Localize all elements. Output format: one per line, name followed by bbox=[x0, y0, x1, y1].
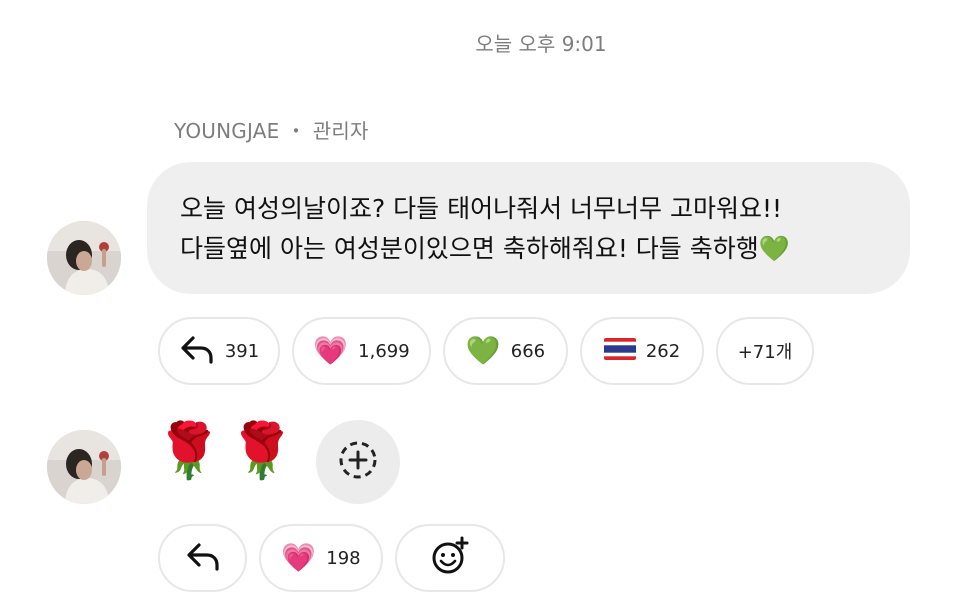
pink-heart-reaction-chip[interactable]: 💗 1,699 bbox=[292, 317, 431, 385]
green-heart-emoji: 💚 bbox=[465, 334, 501, 367]
pink-heart-reaction-chip[interactable]: 💗 198 bbox=[259, 524, 383, 592]
more-reactions-chip[interactable]: +71개 bbox=[716, 317, 814, 385]
message-bubble[interactable]: 오늘 여성의날이죠? 다들 태어나줘서 너무너무 고마워요!! 다들옆에 아는 … bbox=[147, 162, 910, 294]
thailand-flag-reaction-chip[interactable]: 262 bbox=[580, 317, 704, 385]
sender-role: 관리자 bbox=[312, 119, 369, 143]
add-reaction-button[interactable] bbox=[316, 420, 400, 504]
reply-reaction-chip[interactable]: 391 bbox=[158, 317, 280, 385]
sender-name: YOUNGJAE bbox=[174, 119, 280, 143]
thailand-flag-emoji bbox=[603, 338, 636, 364]
sender-avatar[interactable] bbox=[47, 221, 121, 295]
sender-separator: ・ bbox=[286, 119, 307, 143]
rose-emoji: 🌹 bbox=[228, 419, 296, 482]
message-line: 오늘 여성의날이죠? 다들 태어나줘서 너무너무 고마워요!! bbox=[180, 194, 783, 223]
reaction-count: 198 bbox=[326, 547, 361, 569]
sender-avatar[interactable] bbox=[47, 430, 121, 504]
reaction-count: 262 bbox=[645, 340, 681, 362]
rose-emoji: 🌹 bbox=[155, 419, 223, 482]
green-heart-reaction-chip[interactable]: 💚 666 bbox=[443, 317, 568, 385]
reaction-count: 391 bbox=[224, 340, 260, 362]
pink-heart-emoji: 💗 bbox=[313, 334, 349, 367]
message-line: 다들옆에 아는 여성분이있으면 축하해줘요! 다들 축하행💚 bbox=[180, 234, 790, 263]
pink-heart-emoji: 💗 bbox=[281, 541, 317, 574]
reply-arrow-icon bbox=[179, 334, 215, 368]
reply-arrow-icon bbox=[185, 541, 221, 575]
more-reactions-count: +71개 bbox=[737, 342, 793, 363]
add-emoji-icon bbox=[430, 536, 470, 580]
add-reaction-icon bbox=[336, 438, 380, 486]
reaction-count: 1,699 bbox=[358, 340, 410, 362]
sender-header: YOUNGJAE ・ 관리자 bbox=[174, 115, 369, 144]
reply-button[interactable] bbox=[158, 524, 247, 592]
reaction-count: 666 bbox=[510, 340, 546, 362]
add-emoji-button[interactable] bbox=[395, 524, 505, 592]
message-timestamp: 오늘 오후 9:01 bbox=[475, 32, 607, 56]
